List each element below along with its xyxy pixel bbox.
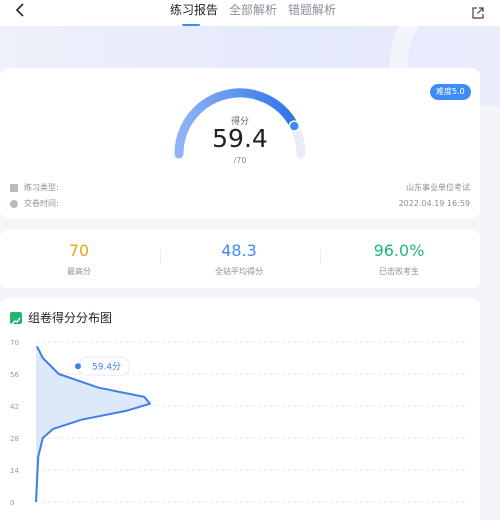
distribution-card: 70 56 42 28 14 0 59.4分 组卷得分分布图 [0, 298, 480, 520]
y-tick-label: 70 [10, 339, 19, 347]
score-value: 59.4 [212, 124, 268, 153]
y-tick-label: 56 [10, 371, 19, 379]
tab-wrong-analysis[interactable]: 错题解析 [288, 2, 336, 18]
score-marker-label: 59.4分 [92, 362, 121, 373]
tab-all-analysis[interactable]: 全部解析 [229, 2, 277, 18]
stat-highest: 70 最高分 [4, 240, 154, 277]
distribution-title: 组卷得分分布图 [28, 311, 113, 325]
submit-time-row: 交卷时间: 2022.04.19 16:59 [10, 197, 470, 211]
practice-type-value: 山东事业单位考试 [406, 183, 470, 192]
distribution-chart: 70 56 42 28 14 0 59.4分 [10, 339, 468, 507]
gauge-knob [288, 120, 301, 132]
y-tick-label: 42 [10, 403, 19, 411]
practice-type-row: 练习类型: 山东事业单位考试 [10, 181, 470, 195]
share-button[interactable] [472, 4, 486, 19]
difficulty-badge: 难度5.0 [430, 84, 471, 100]
score-max: /70 [233, 156, 247, 165]
top-bar: 练习报告 全部解析 错题解析 [0, 0, 500, 26]
divider [160, 250, 161, 264]
y-tick-label: 14 [10, 467, 19, 475]
y-tick-label: 28 [10, 435, 19, 443]
stat-beaten-label: 已击败考生 [379, 267, 419, 276]
submit-time-label: 交卷时间: [24, 199, 59, 208]
score-marker-dot [75, 363, 81, 370]
clock-icon [10, 200, 18, 208]
practice-type-label: 练习类型: [24, 183, 59, 192]
trend-chart-icon [10, 312, 22, 325]
y-tick-label: 0 [10, 499, 14, 507]
tab-report[interactable]: 练习报告 [170, 2, 218, 18]
document-icon [10, 184, 18, 192]
stat-beaten-value: 96.0% [373, 241, 425, 260]
tab-bar: 练习报告 全部解析 错题解析 [0, 2, 500, 26]
stat-beaten: 96.0% 已击败考生 [324, 240, 474, 277]
stat-average-value: 48.3 [221, 241, 257, 260]
stat-highest-label: 最高分 [67, 267, 91, 276]
stat-average: 48.3 全站平均得分 [164, 240, 314, 277]
divider [320, 250, 321, 264]
submit-time-value: 2022.04.19 16:59 [398, 199, 470, 208]
share-icon [472, 7, 484, 19]
stats-card: 70 最高分 48.3 全站平均得分 96.0% 已击败考生 [0, 230, 480, 288]
score-card: 难度5.0 得分 59.4 /70 练习类型: 山东事业单位考试 交卷时间: 2… [0, 68, 480, 218]
stat-average-label: 全站平均得分 [215, 267, 263, 276]
stat-highest-value: 70 [68, 241, 90, 260]
